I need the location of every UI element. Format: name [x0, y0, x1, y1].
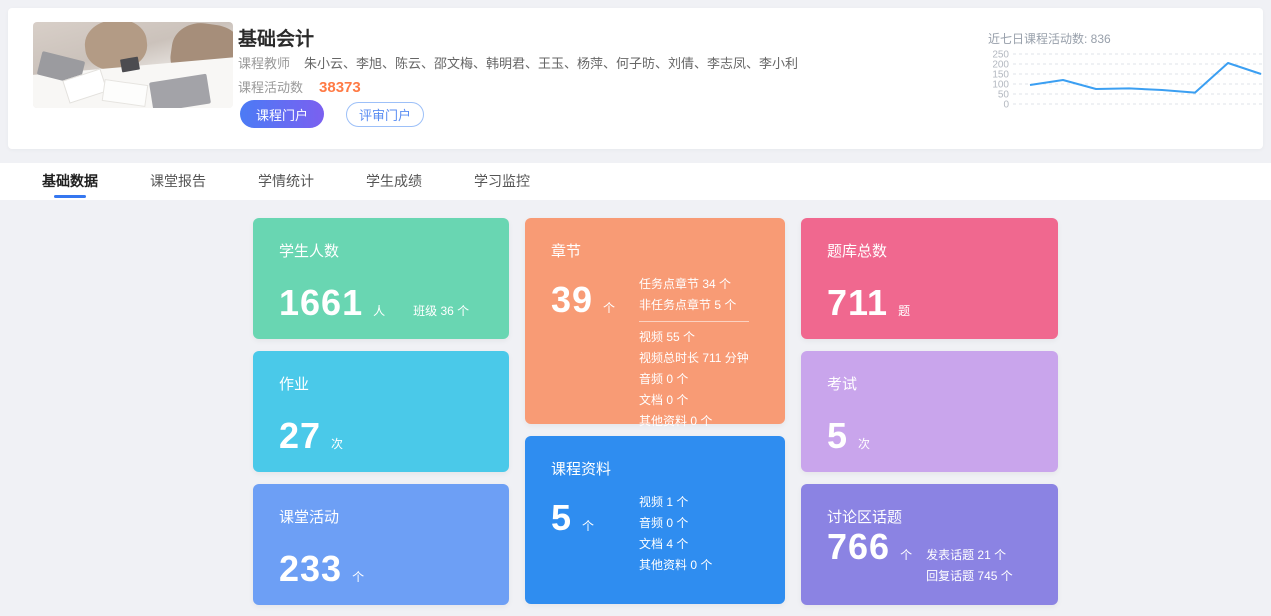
teachers-label: 课程教师 [238, 56, 290, 71]
student-count-value: 1661 [279, 285, 363, 321]
card-course-materials[interactable]: 课程资料 5 个 视频 1 个 音频 0 个 文档 4 个 其他资料 0 个 [525, 436, 785, 604]
tab-learning-monitor[interactable]: 学习监控 [474, 163, 530, 200]
topics-count-value: 766 [827, 529, 890, 565]
exam-count-unit: 次 [858, 435, 870, 452]
detail-line: 回复话题 745 个 [926, 566, 1013, 587]
detail-line: 其他资料 0 个 [639, 411, 749, 432]
card-homework[interactable]: 作业 27 次 [253, 351, 509, 472]
detail-line: 发表话题 21 个 [926, 545, 1013, 566]
teachers-row: 课程教师朱小云、李旭、陈云、邵文梅、韩明君、王玉、杨萍、何子昉、刘倩、李志凤、李… [238, 53, 798, 72]
topics-details: 发表话题 21 个 回复话题 745 个 [926, 545, 1013, 587]
materials-count-value: 5 [551, 500, 572, 536]
class-activity-value: 233 [279, 551, 342, 587]
materials-count-unit: 个 [582, 517, 594, 534]
weekly-activity-line-chart: 250200150100500 [993, 45, 1265, 115]
card-title: 课堂活动 [279, 506, 483, 527]
course-cover-image [33, 22, 233, 108]
card-exam[interactable]: 考试 5 次 [801, 351, 1058, 472]
chapter-details-bottom: 视频 55 个 视频总时长 711 分钟 音频 0 个 文档 0 个 其他资料 … [639, 321, 749, 432]
detail-line: 文档 0 个 [639, 390, 749, 411]
topics-count-unit: 个 [900, 546, 912, 563]
card-title: 学生人数 [279, 240, 483, 261]
activity-count-row: 课程活动数 38373 [238, 77, 361, 96]
course-title: 基础会计 [238, 24, 314, 51]
card-title: 作业 [279, 373, 483, 394]
card-question-bank[interactable]: 题库总数 711 题 [801, 218, 1058, 339]
chapter-count-unit: 个 [603, 299, 615, 316]
question-bank-unit: 题 [898, 302, 910, 319]
card-title: 章节 [551, 240, 759, 261]
tab-student-grades[interactable]: 学生成绩 [366, 163, 422, 200]
tab-class-report[interactable]: 课堂报告 [150, 163, 206, 200]
class-activity-unit: 个 [352, 568, 364, 585]
student-count-unit: 人 [373, 302, 385, 319]
exam-count-value: 5 [827, 418, 848, 454]
card-title: 课程资料 [551, 458, 759, 479]
homework-count-unit: 次 [331, 435, 343, 452]
stat-cards-grid: 学生人数 1661 人 班级 36 个 作业 27 次 课堂活动 233 个 [253, 218, 1058, 605]
chapter-count-value: 39 [551, 282, 593, 318]
section-tabs: 基础数据 课堂报告 学情统计 学生成绩 学习监控 [0, 163, 1271, 200]
detail-line: 视频 55 个 [639, 327, 749, 348]
card-discussion-topics[interactable]: 讨论区话题 766 个 发表话题 21 个 回复话题 745 个 [801, 484, 1058, 605]
detail-line: 音频 0 个 [639, 513, 712, 534]
card-class-activity[interactable]: 课堂活动 233 个 [253, 484, 509, 605]
chapter-details-top: 任务点章节 34 个 非任务点章节 5 个 [639, 274, 749, 316]
class-count: 班级 36 个 [413, 302, 469, 319]
card-title: 讨论区话题 [827, 506, 1032, 527]
detail-line: 其他资料 0 个 [639, 555, 712, 576]
detail-line: 任务点章节 34 个 [639, 274, 749, 295]
question-bank-value: 711 [827, 285, 888, 321]
detail-line: 视频 1 个 [639, 492, 712, 513]
header-buttons: 课程门户 评审门户 [240, 100, 424, 128]
card-student-count[interactable]: 学生人数 1661 人 班级 36 个 [253, 218, 509, 339]
detail-line: 音频 0 个 [639, 369, 749, 390]
activity-count-value: 38373 [319, 79, 361, 96]
course-dashboard-page: 基础会计 课程教师朱小云、李旭、陈云、邵文梅、韩明君、王玉、杨萍、何子昉、刘倩、… [0, 0, 1271, 616]
review-portal-button[interactable]: 评审门户 [346, 102, 424, 127]
detail-line: 文档 4 个 [639, 534, 712, 555]
homework-count-value: 27 [279, 418, 321, 454]
course-portal-button[interactable]: 课程门户 [240, 100, 324, 128]
teachers-names: 朱小云、李旭、陈云、邵文梅、韩明君、王玉、杨萍、何子昉、刘倩、李志凤、李小利 [304, 56, 798, 71]
detail-line: 非任务点章节 5 个 [639, 295, 749, 316]
activity-count-label: 课程活动数 [238, 80, 303, 95]
card-title: 考试 [827, 373, 1032, 394]
materials-details: 视频 1 个 音频 0 个 文档 4 个 其他资料 0 个 [639, 492, 712, 576]
course-header: 基础会计 课程教师朱小云、李旭、陈云、邵文梅、韩明君、王玉、杨萍、何子昉、刘倩、… [8, 8, 1263, 149]
tab-basic-data[interactable]: 基础数据 [42, 163, 98, 200]
tab-learning-stats[interactable]: 学情统计 [258, 163, 314, 200]
detail-line: 视频总时长 711 分钟 [639, 348, 749, 369]
card-chapters[interactable]: 章节 39 个 任务点章节 34 个 非任务点章节 5 个 视频 55 个 视 [525, 218, 785, 424]
svg-text:0: 0 [1003, 100, 1009, 111]
card-title: 题库总数 [827, 240, 1032, 261]
